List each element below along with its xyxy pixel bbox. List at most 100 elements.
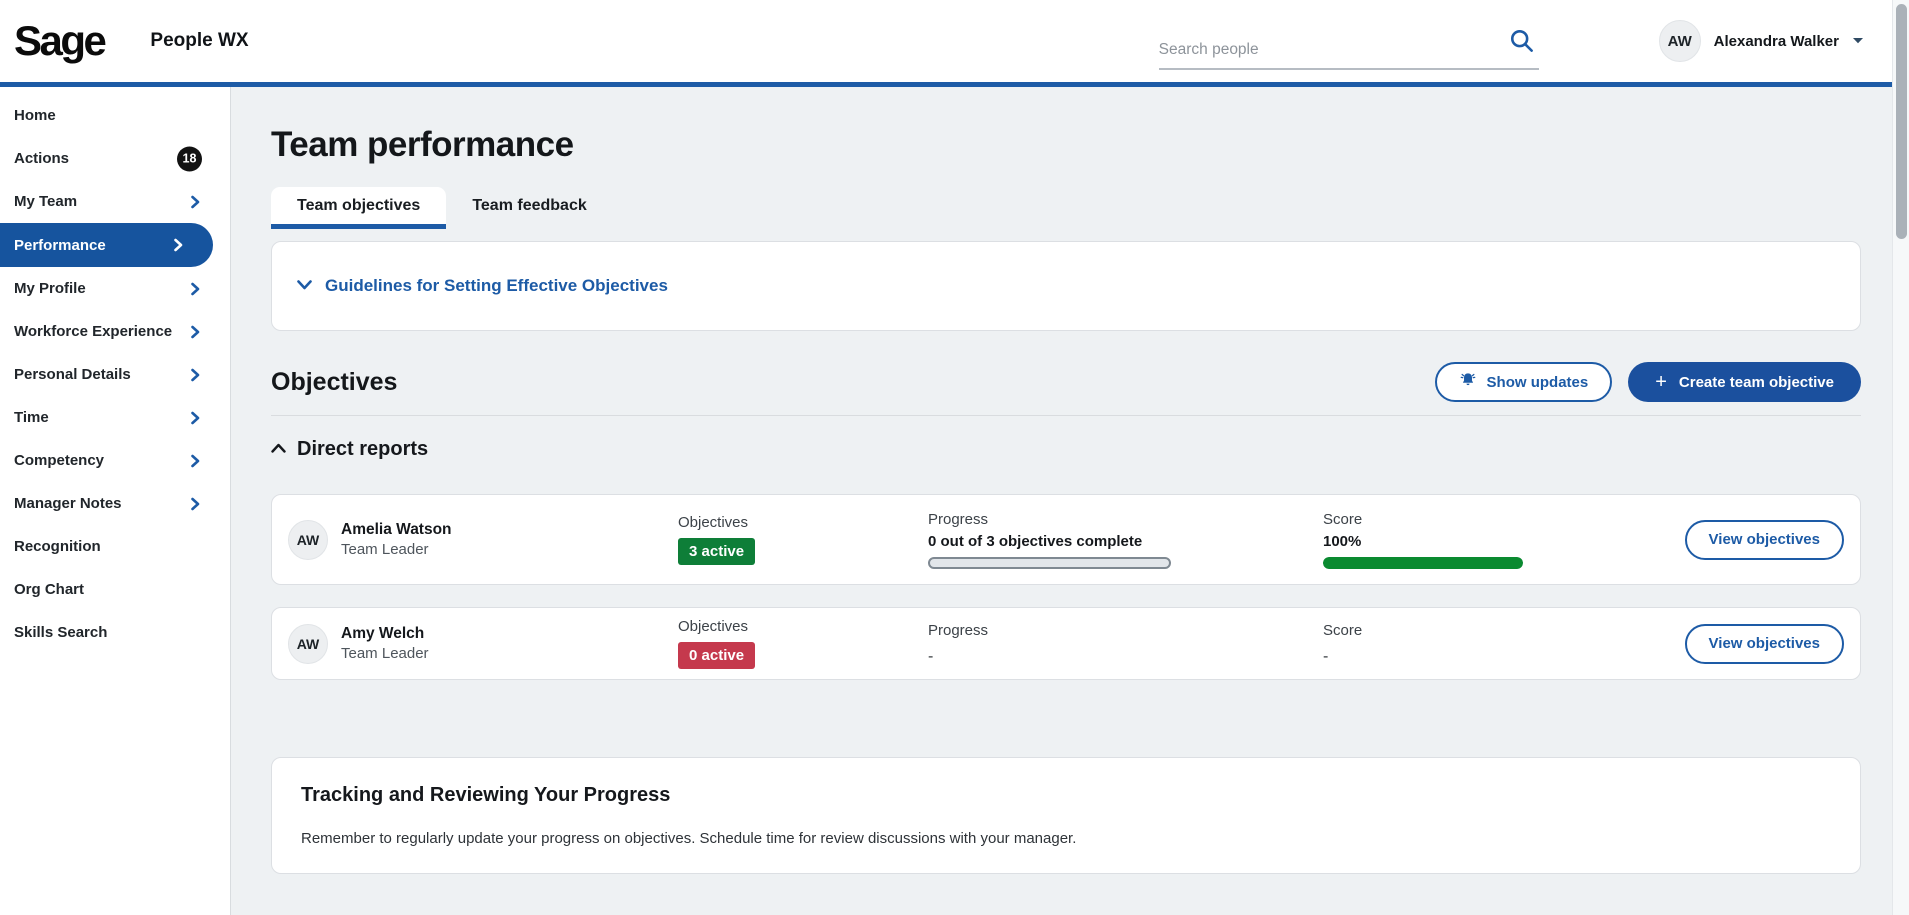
view-objectives-button[interactable]: View objectives [1685, 624, 1844, 664]
person-cell: AW Amelia Watson Team Leader [288, 520, 678, 560]
sidebar-item-recognition[interactable]: Recognition [0, 525, 230, 568]
score-cell-label: Score [1323, 511, 1659, 528]
progress-text: - [928, 648, 1323, 666]
tab-team-feedback[interactable]: Team feedback [446, 187, 612, 229]
user-menu[interactable]: AW Alexandra Walker [1659, 20, 1864, 62]
objectives-heading: Objectives [271, 368, 397, 397]
vertical-scrollbar[interactable] [1892, 0, 1909, 915]
scrollbar-thumb[interactable] [1896, 4, 1907, 239]
progress-cell-label: Progress [928, 622, 1323, 639]
score-cell-label: Score [1323, 622, 1659, 639]
score-bar [1323, 557, 1523, 569]
direct-reports-heading: Direct reports [297, 438, 428, 461]
chevron-right-icon [191, 497, 200, 510]
score-text: 100% [1323, 533, 1659, 550]
header-accent-rule [0, 82, 1892, 87]
objectives-cell: Objectives 0 active [678, 618, 928, 669]
objectives-cell-label: Objectives [678, 618, 928, 635]
table-row: AW Amelia Watson Team Leader Objectives … [271, 494, 1861, 585]
sidebar-item-org-chart[interactable]: Org Chart [0, 568, 230, 611]
sidebar-item-actions[interactable]: Actions 18 [0, 137, 230, 180]
top-header: Sage People WX AW Alexandra Walker [0, 0, 1892, 82]
tracking-title: Tracking and Reviewing Your Progress [301, 784, 1831, 807]
sidebar-item-label: My Profile [14, 280, 86, 297]
sage-logo[interactable]: Sage [14, 17, 104, 65]
sidebar-item-my-profile[interactable]: My Profile [0, 267, 230, 310]
actions-count-badge: 18 [177, 146, 202, 171]
sidebar-item-label: Recognition [14, 538, 101, 555]
create-team-objective-label: Create team objective [1679, 374, 1834, 391]
tab-team-objectives[interactable]: Team objectives [271, 187, 446, 229]
search-input[interactable] [1159, 41, 1508, 59]
main-content: Team performance Team objectives Team fe… [231, 87, 1892, 915]
sidebar-item-manager-notes[interactable]: Manager Notes [0, 482, 230, 525]
sidebar-item-label: Workforce Experience [14, 323, 172, 340]
app-title: People WX [150, 30, 248, 52]
sidebar-item-performance[interactable]: Performance [0, 223, 213, 267]
person-role: Team Leader [341, 644, 429, 664]
sidebar-item-personal-details[interactable]: Personal Details [0, 353, 230, 396]
view-objectives-button[interactable]: View objectives [1685, 520, 1844, 560]
objectives-actions: Show updates + Create team objective [1435, 362, 1861, 402]
active-count-badge: 0 active [678, 642, 755, 669]
chevron-right-icon [191, 195, 200, 208]
score-cell: Score - [1323, 622, 1659, 666]
sidebar-item-time[interactable]: Time [0, 396, 230, 439]
chevron-up-icon [271, 440, 286, 458]
sidebar-item-workforce-experience[interactable]: Workforce Experience [0, 310, 230, 353]
search-icon[interactable] [1508, 27, 1535, 59]
user-name: Alexandra Walker [1714, 33, 1839, 50]
sidebar-item-label: My Team [14, 193, 77, 210]
sidebar-item-competency[interactable]: Competency [0, 439, 230, 482]
direct-reports-toggle[interactable]: Direct reports [271, 437, 1861, 461]
objectives-cell: Objectives 3 active [678, 514, 928, 565]
sidebar-item-label: Actions [14, 150, 69, 167]
avatar: AW [288, 624, 328, 664]
objectives-cell-label: Objectives [678, 514, 928, 531]
avatar[interactable]: AW [1659, 20, 1701, 62]
sidebar-item-home[interactable]: Home [0, 94, 230, 137]
caret-down-icon [1852, 32, 1864, 50]
create-team-objective-button[interactable]: + Create team objective [1628, 362, 1861, 402]
sidebar-item-skills-search[interactable]: Skills Search [0, 611, 230, 654]
avatar: AW [288, 520, 328, 560]
person-name: Amy Welch [341, 624, 429, 643]
tab-bar: Team objectives Team feedback [271, 187, 1861, 229]
score-text: - [1323, 648, 1659, 666]
score-bar-fill [1323, 557, 1523, 569]
sidebar-item-label: Personal Details [14, 366, 131, 383]
tracking-body: Remember to regularly update your progre… [301, 830, 1831, 847]
objectives-header: Objectives Show updates + Create team ob… [271, 362, 1861, 416]
sidebar-item-label: Home [14, 107, 56, 124]
chevron-down-icon [297, 277, 312, 295]
chevron-right-icon [191, 325, 200, 338]
person-name: Amelia Watson [341, 520, 452, 539]
progress-text: 0 out of 3 objectives complete [928, 533, 1323, 550]
chevron-right-icon [191, 411, 200, 424]
sidebar-item-label: Org Chart [14, 581, 84, 598]
plus-icon: + [1655, 372, 1667, 392]
person-role: Team Leader [341, 540, 452, 560]
sidebar-item-my-team[interactable]: My Team [0, 180, 230, 223]
sidebar-item-label: Skills Search [14, 624, 107, 641]
show-updates-button[interactable]: Show updates [1435, 362, 1613, 402]
score-cell: Score 100% [1323, 511, 1659, 569]
sidebar: Home Actions 18 My Team Performance My P… [0, 87, 231, 915]
page: Sage People WX AW Alexandra Walker Home … [0, 0, 1909, 915]
active-count-badge: 3 active [678, 538, 755, 565]
guidelines-accordion[interactable]: Guidelines for Setting Effective Objecti… [271, 241, 1861, 331]
guidelines-label: Guidelines for Setting Effective Objecti… [325, 276, 668, 296]
progress-cell-label: Progress [928, 511, 1323, 528]
sidebar-item-label: Manager Notes [14, 495, 122, 512]
tracking-info-card: Tracking and Reviewing Your Progress Rem… [271, 757, 1861, 874]
progress-cell: Progress - [928, 622, 1323, 666]
progress-bar [928, 557, 1171, 569]
search-box[interactable] [1159, 27, 1539, 70]
bell-icon [1459, 371, 1477, 393]
progress-cell: Progress 0 out of 3 objectives complete [928, 511, 1323, 569]
chevron-right-icon [191, 454, 200, 467]
sidebar-item-label: Competency [14, 452, 104, 469]
sidebar-item-label: Performance [14, 237, 106, 254]
chevron-right-icon [191, 368, 200, 381]
person-cell: AW Amy Welch Team Leader [288, 624, 678, 664]
